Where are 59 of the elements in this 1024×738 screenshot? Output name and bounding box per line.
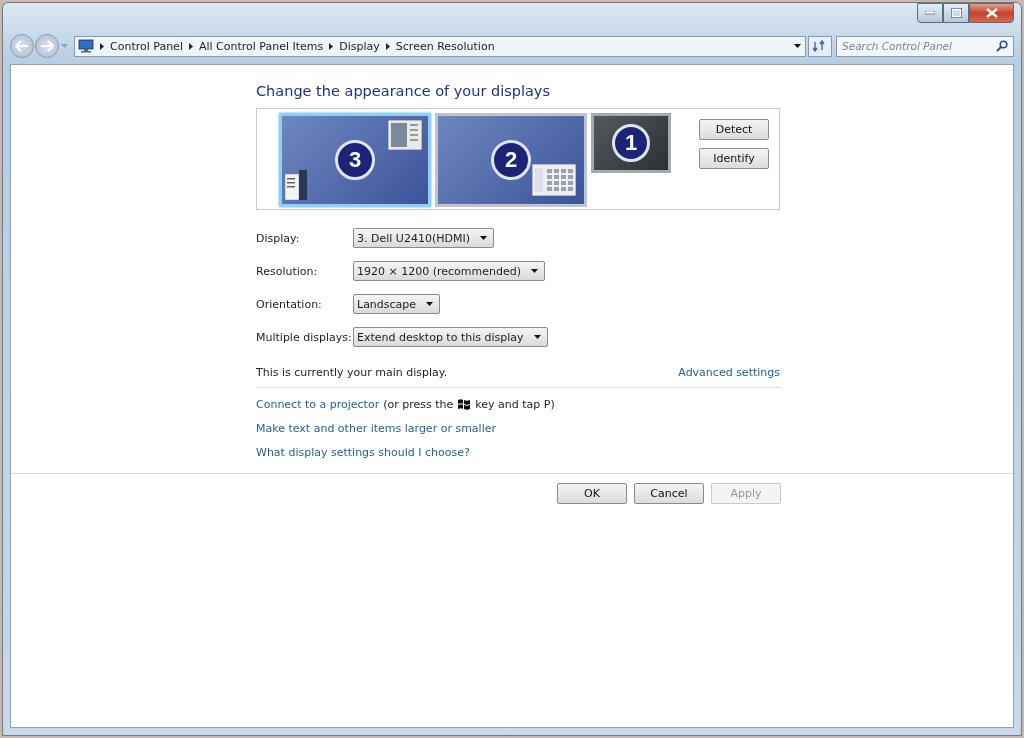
hint-text: key and tap P) [475,397,555,411]
field-label: Multiple displays: [256,330,353,344]
caret-icon [533,335,541,339]
field-label: Resolution: [256,264,319,278]
breadcrumb-item[interactable]: Control Panel [110,39,183,53]
breadcrumb-arrow-icon[interactable] [100,42,104,50]
field-label: Display: [256,231,301,245]
back-arrow-icon [15,40,29,52]
caret-icon [479,236,487,240]
advanced-settings-link[interactable]: Advanced settings [678,366,780,379]
start-menu-drawing [285,170,307,200]
computer-icon [78,39,94,53]
dropdown[interactable]: Landscape [353,294,441,314]
monitor-number: 1 [612,124,650,162]
refresh-button[interactable] [808,35,832,57]
hint-text: (or press the [383,397,454,411]
windows-logo-icon [457,397,472,411]
dropdown[interactable]: 3. Dell U2410(HDMI) [353,228,494,248]
address-bar[interactable]: Control Panel All Control Panel Items Display Screen Resolution [74,35,806,57]
dialog-button[interactable]: OK [557,483,627,504]
dropdown[interactable]: Extend desktop to this display [353,327,548,347]
dropdown-caret-icon[interactable] [794,44,801,48]
forward-arrow-icon [40,40,54,52]
dropdown[interactable]: 1920 × 1200 (recommended) [353,261,545,281]
back-button[interactable] [10,34,34,58]
forward-button[interactable] [35,34,59,58]
help-link[interactable]: What display settings should I choose? [256,445,470,459]
dialog-button[interactable]: Cancel [634,483,704,504]
maximize-icon [950,8,962,18]
window-thumbnail-drawing [388,120,422,150]
help-link[interactable]: Make text and other items larger or smaller [256,421,496,435]
monitor-number: 3 [335,140,375,180]
monitor-tile[interactable]: 3 [279,113,431,207]
breadcrumb-item[interactable]: All Control Panel Items [198,39,324,53]
monitor-number: 2 [491,140,531,180]
field-label: Orientation: [256,297,323,311]
minimize-button[interactable] [917,3,943,23]
main-display-note: This is currently your main display. [256,366,448,379]
breadcrumb-item[interactable]: Screen Resolution [395,39,495,53]
refresh-icon [813,40,827,52]
page-heading: Change the appearance of your displays [256,83,551,99]
breadcrumb-arrow-icon[interactable] [385,42,390,50]
breadcrumb-arrow-icon[interactable] [188,42,193,50]
close-icon [985,8,998,18]
monitor-tile[interactable]: 2 [435,113,587,207]
monitor-tile[interactable]: 1 [591,113,671,173]
caret-icon [426,302,434,306]
projector-link[interactable]: Connect to a projector [256,397,380,411]
maximize-button[interactable] [943,3,969,23]
dialog-button[interactable]: Identify [699,148,769,169]
breadcrumb-arrow-icon[interactable] [329,42,334,50]
dialog-button[interactable]: Detect [699,119,769,140]
search-field[interactable]: Search Control Panel [836,35,1014,57]
search-icon [996,39,1008,52]
close-button[interactable] [969,3,1014,23]
caret-icon [531,269,538,273]
window-thumbnail-drawing [532,164,576,196]
breadcrumb-item[interactable]: Display [339,39,380,53]
minimize-icon [925,11,935,15]
